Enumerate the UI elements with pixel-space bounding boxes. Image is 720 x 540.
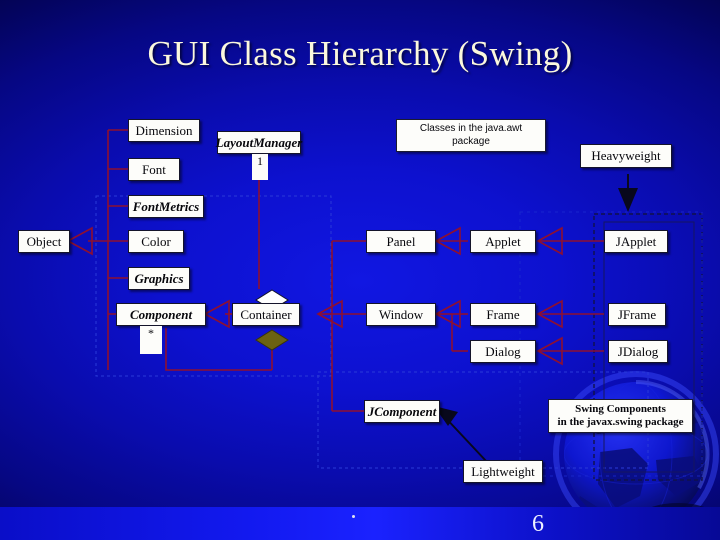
multiplicity-component: * xyxy=(140,326,162,354)
class-box-lightweight[interactable]: Lightweight xyxy=(463,460,543,483)
class-box-container[interactable]: Container xyxy=(232,303,300,326)
footer-bullet xyxy=(352,515,355,518)
class-box-dimension[interactable]: Dimension xyxy=(128,119,200,142)
class-box-frame[interactable]: Frame xyxy=(470,303,536,326)
class-box-component[interactable]: Component xyxy=(116,303,206,326)
note-swing-line1: Swing Components xyxy=(575,402,666,415)
class-diagram: Object Dimension Font FontMetrics Color … xyxy=(0,0,720,540)
class-box-layoutmanager[interactable]: LayoutManager xyxy=(216,131,302,154)
note-swing-package: Swing Components in the javax.swing pack… xyxy=(548,399,693,433)
lightweight-pointer xyxy=(434,406,488,463)
class-box-japplet[interactable]: JApplet xyxy=(604,230,668,253)
class-box-panel[interactable]: Panel xyxy=(366,230,436,253)
class-box-fontmetrics[interactable]: FontMetrics xyxy=(128,195,204,218)
page-number: 6 xyxy=(532,511,544,537)
multiplicity-layoutmanager: 1 xyxy=(252,154,268,180)
heavyweight-pointer xyxy=(618,174,638,212)
class-box-object[interactable]: Object xyxy=(18,230,70,253)
inheritance-lines-right xyxy=(225,240,604,412)
class-box-graphics[interactable]: Graphics xyxy=(128,267,190,290)
footer-bar xyxy=(0,507,720,540)
class-box-jcomponent[interactable]: JComponent xyxy=(364,400,440,423)
note-awt-package: Classes in the java.awt package xyxy=(396,119,546,152)
diagram-connectors xyxy=(66,129,703,481)
class-box-jframe[interactable]: JFrame xyxy=(608,303,666,326)
note-swing-line2: in the javax.swing package xyxy=(557,416,684,428)
class-box-color[interactable]: Color xyxy=(128,230,184,253)
class-box-heavyweight[interactable]: Heavyweight xyxy=(580,144,672,168)
class-box-window[interactable]: Window xyxy=(366,303,436,326)
class-box-applet[interactable]: Applet xyxy=(470,230,536,253)
note-awt-line2: package xyxy=(452,135,490,147)
class-box-font[interactable]: Font xyxy=(128,158,180,181)
class-box-jdialog[interactable]: JDialog xyxy=(608,340,668,363)
class-box-dialog[interactable]: Dialog xyxy=(470,340,536,363)
note-awt-line1: Classes in the java.awt xyxy=(419,123,523,135)
aggregation-diamond-component xyxy=(255,329,289,351)
slide: GUI Class Hierarchy (Swing) Object Dimen… xyxy=(0,0,720,540)
